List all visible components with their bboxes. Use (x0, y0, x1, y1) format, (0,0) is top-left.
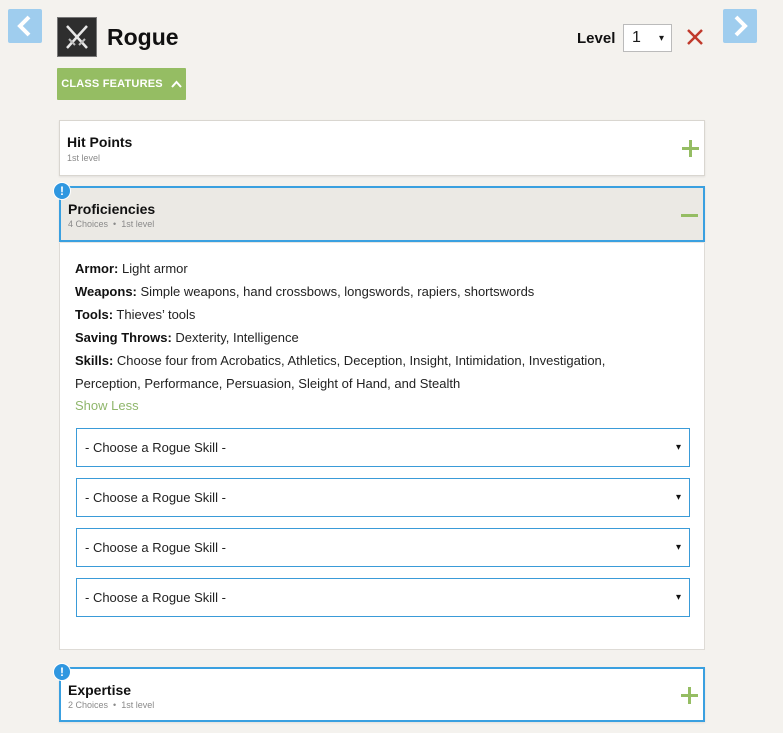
proficiencies-title: Proficiencies (68, 201, 156, 217)
chevron-up-icon (171, 80, 182, 88)
skill-select-value: - Choose a Rogue Skill - (85, 590, 226, 605)
weapons-value: Simple weapons, hand crossbows, longswor… (140, 284, 535, 299)
plus-icon[interactable] (681, 687, 698, 704)
expertise-meta: 2 Choices • 1st level (68, 700, 154, 710)
separator-dot: • (113, 700, 117, 710)
rogue-skill-select-2[interactable]: - Choose a Rogue Skill - ▾ (76, 478, 690, 517)
level-label: Level (577, 30, 616, 47)
expertise-title: Expertise (68, 682, 132, 698)
expertise-panel[interactable]: Expertise 2 Choices • 1st level (59, 667, 705, 722)
skills-label: Skills: (75, 353, 114, 368)
saving-throws-line: Saving Throws: Dexterity, Intelligence (75, 329, 299, 346)
plus-icon[interactable] (682, 140, 699, 157)
skill-select-value: - Choose a Rogue Skill - (85, 490, 226, 505)
crossed-daggers-icon (66, 25, 88, 49)
class-title: Rogue (107, 24, 179, 50)
rogue-class-icon (57, 17, 97, 57)
weapons-label: Weapons: (75, 284, 137, 299)
proficiencies-level: 1st level (121, 219, 155, 229)
rogue-skill-select-1[interactable]: - Choose a Rogue Skill - ▾ (76, 428, 690, 467)
armor-line: Armor: Light armor (75, 260, 188, 277)
tools-line: Tools: Thieves’ tools (75, 306, 195, 323)
weapons-line: Weapons: Simple weapons, hand crossbows,… (75, 283, 534, 300)
skills-line: Skills: Choose four from Acrobatics, Ath… (75, 352, 605, 369)
chevron-right-icon (734, 15, 748, 37)
skills-value-line1: Choose four from Acrobatics, Athletics, … (116, 353, 606, 368)
previous-step-button[interactable] (8, 9, 42, 43)
chevron-down-icon: ▾ (675, 542, 681, 553)
expertise-level: 1st level (121, 700, 155, 710)
hit-points-level: 1st level (67, 153, 101, 163)
rogue-skill-select-3[interactable]: - Choose a Rogue Skill - ▾ (76, 528, 690, 567)
saving-throws-label: Saving Throws: (75, 330, 172, 345)
alert-badge: ! (53, 663, 71, 681)
class-features-toggle-button[interactable]: CLASS FEATURES (57, 68, 186, 100)
proficiencies-details: Armor: Light armor Weapons: Simple weapo… (59, 243, 705, 650)
chevron-down-icon: ▾ (658, 32, 664, 44)
armor-label: Armor: (75, 261, 119, 276)
skill-select-value: - Choose a Rogue Skill - (85, 540, 226, 555)
level-select[interactable]: 1 ▾ (623, 24, 672, 52)
hit-points-panel[interactable]: Hit Points 1st level (59, 120, 705, 176)
tools-value: Thieves’ tools (116, 307, 196, 322)
tools-label: Tools: (75, 307, 114, 322)
proficiencies-meta: 4 Choices • 1st level (68, 219, 154, 229)
expertise-choices: 2 Choices (68, 700, 109, 710)
rogue-skill-select-4[interactable]: - Choose a Rogue Skill - ▾ (76, 578, 690, 617)
saving-throws-value: Dexterity, Intelligence (175, 330, 299, 345)
chevron-down-icon: ▾ (675, 492, 681, 503)
armor-value: Light armor (121, 261, 188, 276)
proficiencies-panel-header[interactable]: Proficiencies 4 Choices • 1st level (59, 186, 705, 242)
level-value: 1 (632, 29, 641, 46)
next-step-button[interactable] (723, 9, 757, 43)
chevron-left-icon (17, 15, 31, 37)
chevron-down-icon: ▾ (675, 442, 681, 453)
proficiencies-choices: 4 Choices (68, 219, 109, 229)
separator-dot: • (113, 219, 117, 229)
skill-select-value: - Choose a Rogue Skill - (85, 440, 226, 455)
show-less-link[interactable]: Show Less (75, 398, 139, 413)
class-features-label: CLASS FEATURES (61, 78, 163, 90)
chevron-down-icon: ▾ (675, 592, 681, 603)
minus-icon[interactable] (681, 207, 698, 224)
hit-points-title: Hit Points (67, 134, 133, 150)
alert-badge: ! (53, 182, 71, 200)
skills-line-2: Perception, Performance, Persuasion, Sle… (75, 376, 461, 391)
close-icon[interactable] (686, 28, 704, 46)
